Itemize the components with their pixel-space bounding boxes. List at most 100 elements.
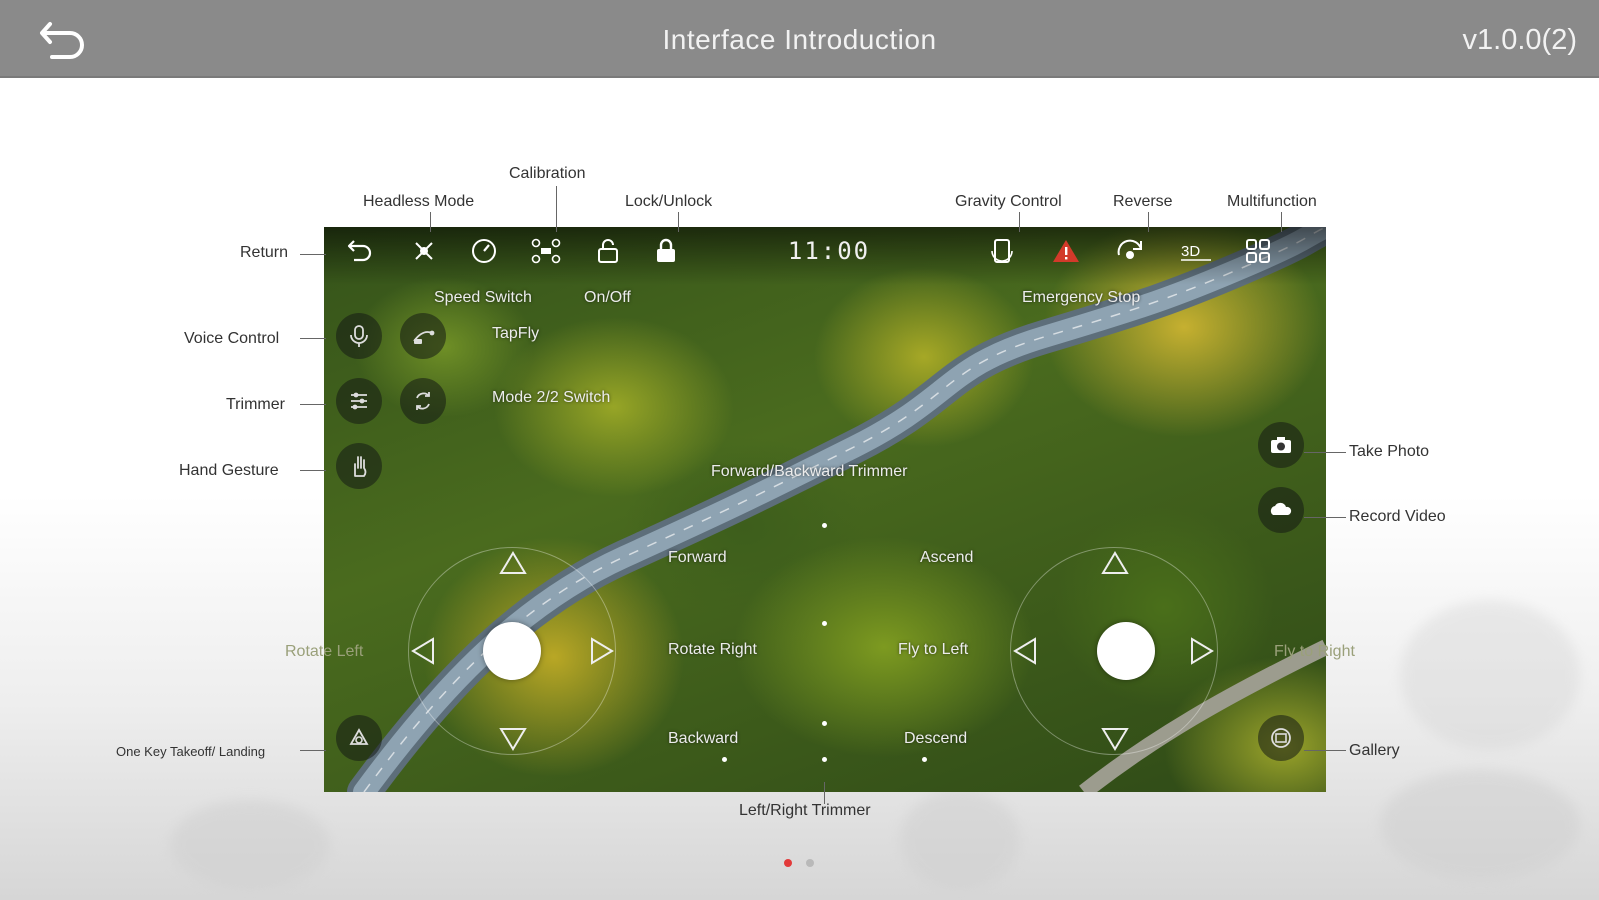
- fly-to-left-label: Fly to Left: [898, 641, 969, 658]
- leader-line: [430, 212, 431, 232]
- speed-switch-label: Speed Switch: [434, 289, 532, 306]
- trimmer-dot: [922, 757, 927, 762]
- headless-mode-label: Headless Mode: [363, 193, 475, 210]
- take-photo-label: Take Photo: [1349, 443, 1430, 460]
- leader-line: [300, 404, 326, 405]
- leader-line: [300, 470, 326, 471]
- leader-line: [300, 750, 326, 751]
- descend-arrow-icon[interactable]: [1101, 727, 1129, 751]
- app-screenshot: 11:00 3D Speed Switch On/Off Emergency S…: [324, 227, 1326, 792]
- on-off-label: On/Off: [584, 289, 631, 306]
- leader-line: [1304, 517, 1346, 518]
- gallery-label: Gallery: [1349, 742, 1400, 759]
- backward-label: Backward: [668, 730, 739, 747]
- speed-switch-icon[interactable]: [468, 235, 500, 267]
- trimmer-dot: [822, 621, 827, 626]
- page-indicator: [784, 859, 814, 867]
- tapfly-button[interactable]: [400, 313, 446, 359]
- ascend-label: Ascend: [920, 549, 974, 566]
- backward-arrow-icon[interactable]: [499, 727, 527, 751]
- left-joystick-knob[interactable]: [483, 622, 541, 680]
- rotate-right-label: Rotate Right: [668, 641, 757, 658]
- forward-backward-trimmer-label: Forward/Backward Trimmer: [711, 463, 908, 480]
- calibration-label: Calibration: [509, 165, 586, 182]
- trimmer-label: Trimmer: [226, 396, 285, 413]
- camera-icon: [1271, 437, 1291, 453]
- reverse-icon[interactable]: [1114, 235, 1146, 267]
- clock: 11:00: [787, 237, 871, 265]
- leader-line: [1281, 212, 1282, 232]
- one-key-takeoff-landing-button[interactable]: [336, 715, 382, 761]
- leader-line: [1148, 212, 1149, 232]
- leader-line: [1304, 452, 1346, 453]
- leader-line: [678, 212, 679, 232]
- gallery-button[interactable]: [1258, 715, 1304, 761]
- forward-arrow-icon[interactable]: [499, 551, 527, 575]
- mode-switch-button[interactable]: [400, 378, 446, 424]
- leader-line: [1019, 212, 1020, 232]
- ascend-arrow-icon[interactable]: [1101, 551, 1129, 575]
- left-right-trimmer-label: Left/Right Trimmer: [739, 802, 871, 819]
- page-title: Interface Introduction: [662, 24, 937, 55]
- trimmer-button[interactable]: [336, 378, 382, 424]
- lock-unlock-label: Lock/Unlock: [625, 193, 713, 210]
- fly-right-arrow-icon[interactable]: [1190, 637, 1214, 665]
- multifunction-label: Multifunction: [1227, 193, 1317, 210]
- hand-gesture-label: Hand Gesture: [179, 462, 279, 479]
- hand-icon: [354, 456, 367, 477]
- page-dot-1[interactable]: [784, 859, 792, 867]
- svg-text:3D: 3D: [1181, 243, 1200, 260]
- takeoff-icon: [349, 728, 369, 745]
- top-bar: Interface Introduction v1.0.0(2): [0, 0, 1599, 78]
- background-shape: [1380, 770, 1580, 880]
- gravity-control-icon[interactable]: [986, 235, 1018, 267]
- video-icon: [1270, 502, 1292, 515]
- background-shape: [900, 790, 1020, 890]
- page-dot-2[interactable]: [806, 859, 814, 867]
- multifunction-icon[interactable]: [1242, 235, 1274, 267]
- voice-control-label: Voice Control: [184, 330, 280, 347]
- one-key-takeoff-landing-label: One Key Takeoff/ Landing: [116, 744, 266, 759]
- rotate-right-arrow-icon[interactable]: [590, 637, 614, 665]
- gallery-icon: [1271, 728, 1291, 748]
- headless-mode-icon[interactable]: [408, 235, 440, 267]
- leader-line: [824, 782, 825, 804]
- record-video-button[interactable]: [1258, 487, 1304, 533]
- rotate-left-arrow-icon[interactable]: [411, 637, 435, 665]
- emergency-stop-icon[interactable]: [1050, 235, 1082, 267]
- background-shape: [1400, 600, 1580, 750]
- return-label: Return: [240, 244, 289, 261]
- trimmer-dot: [822, 757, 827, 762]
- fly-to-right-label: Fly to Right: [1274, 643, 1355, 660]
- microphone-icon: [350, 325, 368, 347]
- tapfly-label: TapFly: [492, 325, 540, 342]
- right-joystick-knob[interactable]: [1097, 622, 1155, 680]
- leader-line: [556, 186, 557, 232]
- voice-control-button[interactable]: [336, 313, 382, 359]
- return-icon[interactable]: [344, 235, 376, 267]
- version-label: v1.0.0(2): [1462, 24, 1577, 56]
- on-off-icon[interactable]: [592, 235, 624, 267]
- lock-icon[interactable]: [650, 235, 682, 267]
- leader-line: [1304, 750, 1346, 751]
- emergency-stop-label: Emergency Stop: [1022, 289, 1141, 306]
- forward-label: Forward: [668, 549, 727, 566]
- swap-icon: [416, 392, 430, 410]
- gravity-control-label: Gravity Control: [955, 193, 1062, 210]
- take-photo-button[interactable]: [1258, 422, 1304, 468]
- trimmer-dot: [822, 721, 827, 726]
- fly-left-arrow-icon[interactable]: [1013, 637, 1037, 665]
- background-shape: [170, 800, 330, 890]
- vr-icon[interactable]: 3D: [1178, 235, 1214, 267]
- descend-label: Descend: [904, 730, 968, 747]
- trimmer-dot: [822, 523, 827, 528]
- calibration-icon[interactable]: [530, 235, 562, 267]
- record-video-label: Record Video: [1349, 508, 1446, 525]
- hand-gesture-button[interactable]: [336, 443, 382, 489]
- rotate-left-label: Rotate Left: [285, 643, 364, 660]
- leader-line: [300, 338, 326, 339]
- leader-line: [300, 254, 326, 255]
- trimmer-dot: [722, 757, 727, 762]
- reverse-label: Reverse: [1113, 193, 1173, 210]
- sliders-icon: [351, 392, 367, 410]
